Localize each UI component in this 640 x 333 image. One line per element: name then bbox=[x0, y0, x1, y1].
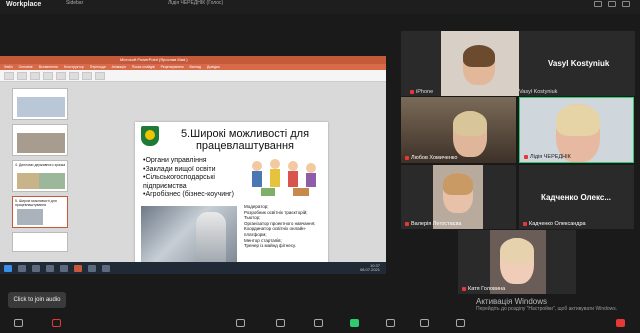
mic-muted-icon bbox=[410, 89, 414, 94]
folder-icon[interactable] bbox=[60, 264, 68, 272]
slide-roles-list: Модератор; Розробник освітніх траєкторій… bbox=[244, 204, 328, 249]
mic-muted-icon bbox=[523, 221, 527, 226]
participant-label: Лідія ЧЕРЕДНІК bbox=[524, 154, 571, 160]
mic-muted-icon bbox=[405, 155, 409, 160]
maximize-icon[interactable] bbox=[622, 1, 630, 7]
slide-bullet: •Органи управління bbox=[143, 157, 207, 164]
participant-label: Катя Головина bbox=[462, 286, 505, 292]
participants-icon[interactable] bbox=[236, 319, 245, 327]
slide-thumbnail[interactable]: 4 bbox=[12, 88, 68, 120]
chat-icon[interactable] bbox=[276, 319, 285, 327]
participant-label: Кадченко Олександра bbox=[523, 221, 586, 227]
arrange-icon[interactable] bbox=[95, 72, 105, 80]
participant-video bbox=[441, 31, 519, 96]
role-item: Тренер із майнд фітнесу. bbox=[244, 243, 297, 249]
video-tile-katia[interactable]: Катя Головина bbox=[458, 230, 576, 294]
participant-big-name: Кадченко Олекс... bbox=[541, 193, 611, 202]
video-tile-lyubov[interactable]: Любов Хомиченко bbox=[401, 97, 516, 163]
slide-thumbnail[interactable]: 8 bbox=[12, 232, 68, 252]
app-icon[interactable] bbox=[88, 264, 96, 272]
windows-start-icon[interactable] bbox=[4, 264, 12, 272]
task-view-icon[interactable] bbox=[32, 264, 40, 272]
join-audio-tooltip[interactable]: Click to join audio bbox=[8, 292, 66, 308]
slide-bullet: •Агробізнес (бізнес-коучинг) bbox=[143, 191, 234, 198]
robot-illustration bbox=[141, 206, 237, 264]
thumbnail-title: 4. Дипломи державного зразка bbox=[15, 163, 66, 167]
clock-date: 08.07.2021 bbox=[359, 267, 380, 272]
slide-thumbnails: 4 5 6 4. Дипломи державного зразка 7 5. … bbox=[6, 84, 72, 254]
new-slide-icon[interactable] bbox=[17, 72, 27, 80]
participant-label: Vasyl Kostyniuk bbox=[519, 89, 558, 95]
video-tile-kadchenko[interactable]: Кадченко Олекс... Кадченко Олександра bbox=[519, 165, 634, 229]
mic-muted-icon bbox=[405, 221, 409, 226]
slide-bullet: •Сільськогосподарські підприємства bbox=[143, 174, 215, 190]
meeting-toolbar bbox=[0, 315, 640, 333]
slide-bullet: •Заклади вищої освіти bbox=[143, 165, 216, 173]
professions-illustration bbox=[252, 159, 316, 196]
participant-big-name: Vasyl Kostyniuk bbox=[548, 59, 610, 68]
more-icon[interactable] bbox=[456, 319, 465, 327]
thumbnail-title: 5. Широкі можливості для працевлаштуванн… bbox=[15, 199, 57, 207]
ppt-titlebar: Microsoft PowerPoint (Ярослав Mad.) bbox=[0, 56, 386, 64]
leave-icon[interactable] bbox=[616, 319, 625, 327]
mic-muted-icon bbox=[462, 286, 466, 291]
paragraph-icon[interactable] bbox=[43, 72, 53, 80]
app-title: Workplace bbox=[6, 1, 42, 8]
app-icon[interactable] bbox=[102, 264, 110, 272]
ppt-ribbon bbox=[0, 70, 386, 82]
current-slide: 5.Широкі можливості для працевлаштування… bbox=[135, 122, 328, 267]
slide-bullets: •Органи управління •Заклади вищої освіти… bbox=[143, 157, 255, 200]
slide-thumbnail[interactable]: 6 4. Дипломи державного зразка bbox=[12, 160, 68, 192]
browser-icon[interactable] bbox=[46, 264, 54, 272]
apps-icon[interactable] bbox=[420, 319, 429, 327]
video-tile-lidiia-active-speaker[interactable]: Лідія ЧЕРЕДНІК bbox=[519, 97, 634, 163]
activation-subtext: Перейдіть до розділу "Настройки", щоб ак… bbox=[476, 306, 618, 312]
record-icon[interactable] bbox=[386, 319, 395, 327]
shapes-icon[interactable] bbox=[82, 72, 92, 80]
mic-muted-icon bbox=[524, 154, 528, 159]
window-controls bbox=[594, 1, 630, 7]
participant-label: Любов Хомиченко bbox=[405, 155, 457, 161]
ppt-workspace: 4 5 6 4. Дипломи державного зразка 7 5. … bbox=[0, 82, 386, 274]
activation-heading: Активація Windows bbox=[476, 297, 548, 306]
system-clock: 10:37 08.07.2021 bbox=[360, 264, 380, 272]
video-off-icon[interactable] bbox=[52, 319, 61, 327]
top-bar: Workplace Sidebar Лідія ЧЕРЕДНІК (Голос) bbox=[0, 0, 640, 14]
windows-activation-watermark: Активація Windows Перейдіть до розділу "… bbox=[476, 297, 636, 312]
role-item: Координатор освітніх онлайн-платформ; bbox=[244, 226, 307, 237]
sidebar-toggle[interactable]: Sidebar bbox=[66, 0, 83, 6]
share-screen-icon[interactable] bbox=[350, 319, 359, 327]
reactions-icon[interactable] bbox=[314, 319, 323, 327]
font-icon[interactable] bbox=[30, 72, 40, 80]
video-tile-vasyl[interactable]: Vasyl Kostyniuk bbox=[401, 31, 635, 96]
paste-icon[interactable] bbox=[4, 72, 14, 80]
search-icon[interactable] bbox=[18, 264, 26, 272]
windows-taskbar: 10:37 08.07.2021 bbox=[0, 262, 386, 274]
powerpoint-icon[interactable] bbox=[74, 264, 82, 272]
editing-icon[interactable] bbox=[69, 72, 79, 80]
speaker-indicator: Лідія ЧЕРЕДНІК (Голос) bbox=[168, 0, 224, 6]
ppt-window-title: Microsoft PowerPoint (Ярослав Mad.) bbox=[120, 57, 188, 62]
slide-title: 5.Широкі можливості для працевлаштування bbox=[180, 128, 310, 152]
participant-label: Валерія Легостаєва bbox=[405, 221, 461, 227]
university-emblem-icon bbox=[141, 126, 159, 146]
slide-thumbnail[interactable]: 5 bbox=[12, 124, 68, 156]
drawing-icon[interactable] bbox=[56, 72, 66, 80]
minimize-icon[interactable] bbox=[608, 1, 616, 7]
video-tile-valeriia[interactable]: Валерія Легостаєва bbox=[401, 165, 516, 229]
participant-label: iPhone bbox=[410, 89, 433, 95]
grid-view-icon[interactable] bbox=[594, 1, 602, 7]
audio-icon[interactable] bbox=[14, 319, 23, 327]
slide-thumbnail-selected[interactable]: 7 5. Широкі можливості для працевлаштува… bbox=[12, 196, 68, 228]
shared-screen: Microsoft PowerPoint (Ярослав Mad.) Файл… bbox=[0, 56, 386, 274]
